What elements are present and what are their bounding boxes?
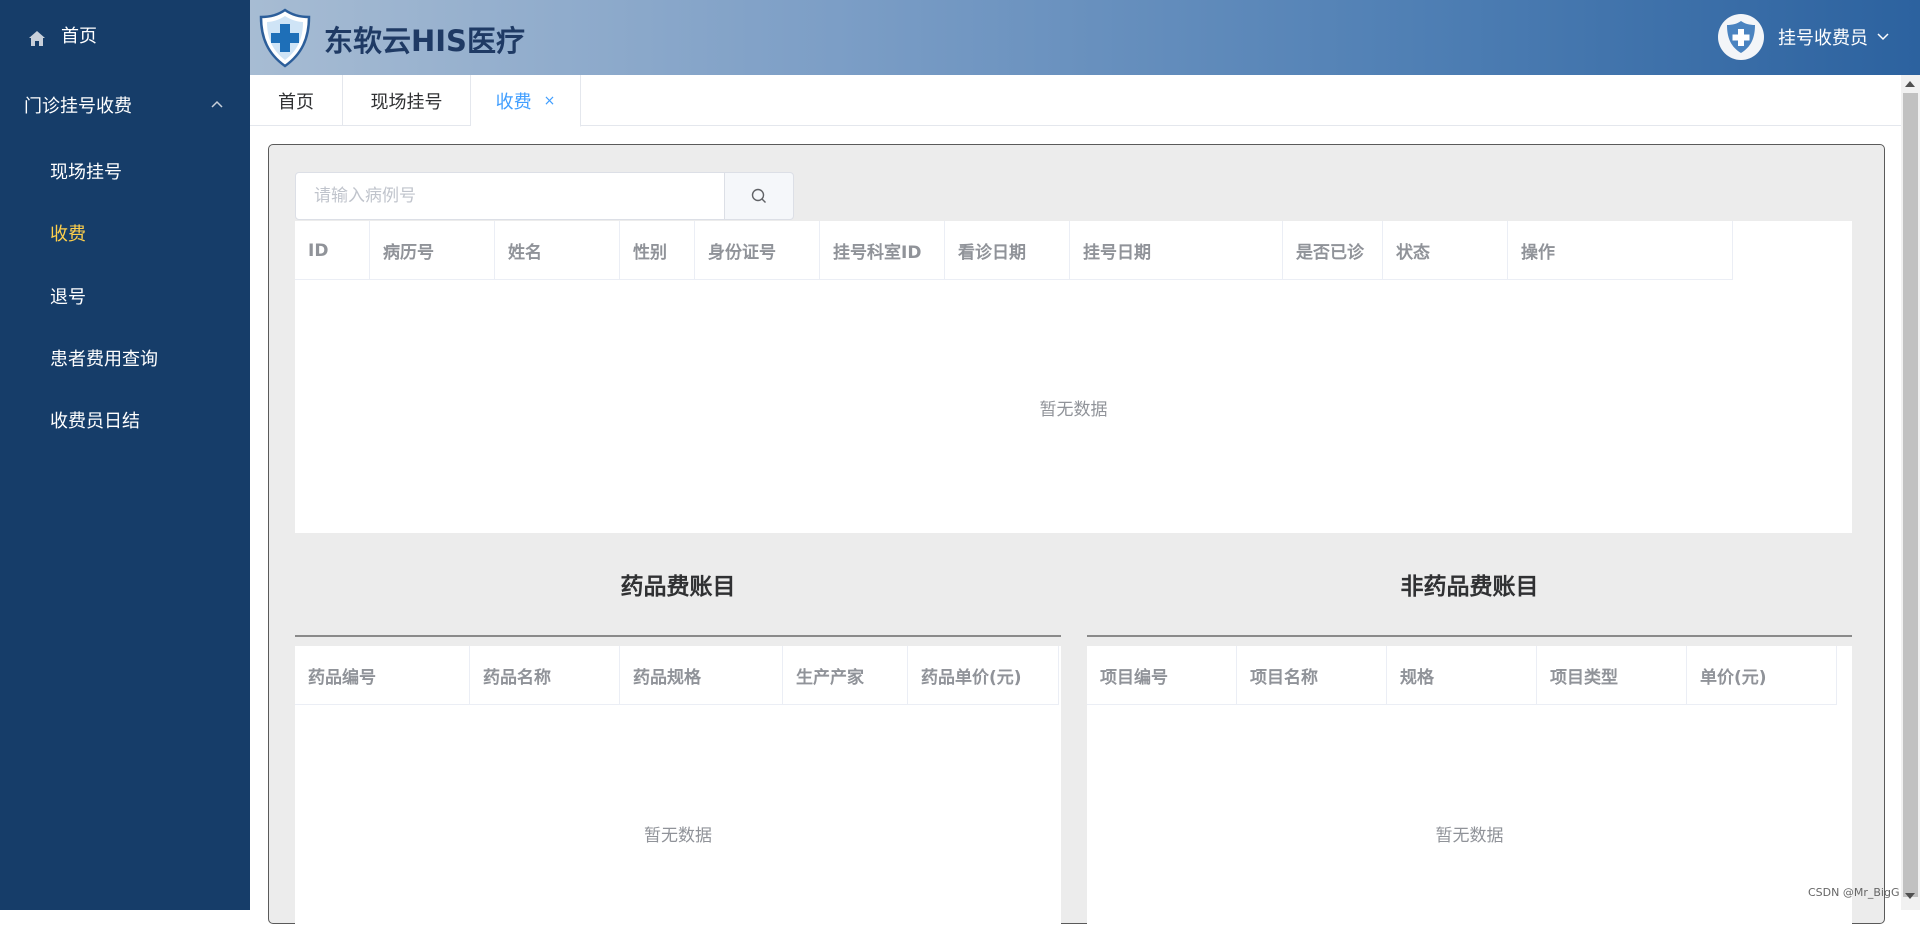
sidebar-item-fee-query[interactable]: 患者费用查询: [0, 328, 250, 388]
sidebar-item-label: 收费: [50, 224, 86, 245]
column-header: 姓名: [495, 221, 620, 280]
column-header: 项目类型: [1537, 646, 1687, 705]
drug-section-title: 药品费账目: [620, 574, 736, 600]
column-header: 药品规格: [620, 646, 783, 705]
sidebar-item-label: 首页: [61, 26, 97, 47]
nondrug-fee-table: 项目编号 项目名称 规格 项目类型 单价(元) 暂无数据: [1087, 646, 1852, 946]
empty-state-text: 暂无数据: [1435, 826, 1504, 846]
close-icon[interactable]: ×: [544, 93, 556, 109]
column-header: 是否已诊: [1283, 221, 1383, 280]
sidebar-item-label: 现场挂号: [50, 162, 122, 183]
column-header: 项目编号: [1087, 646, 1237, 705]
divider: [295, 635, 1061, 637]
column-header: 性别: [620, 221, 695, 280]
tab-onsite-register[interactable]: 现场挂号: [343, 75, 471, 126]
column-header: 生产产家: [783, 646, 908, 705]
case-number-search-input[interactable]: [295, 172, 725, 220]
user-label: 挂号收费员: [1778, 28, 1868, 49]
tab-label: 现场挂号: [370, 91, 443, 113]
column-header: 操作: [1508, 221, 1733, 280]
shield-cross-logo-icon: [259, 8, 311, 68]
column-header: 规格: [1387, 646, 1537, 705]
content-panel: ID 病历号 姓名 性别 身份证号 挂号科室ID 看诊日期 挂号日期 是否已诊 …: [268, 144, 1885, 946]
chevron-up-icon: [211, 100, 223, 108]
search-icon: [751, 188, 766, 203]
scroll-down-arrow-icon[interactable]: [1905, 893, 1915, 899]
sidebar-item-label: 收费员日结: [50, 411, 140, 432]
tab-home[interactable]: 首页: [250, 75, 343, 126]
tab-charge[interactable]: 收费 ×: [471, 75, 581, 127]
avatar: [1718, 14, 1764, 60]
nondrug-section-title: 非药品费账目: [1400, 574, 1539, 600]
sidebar-group-label: 门诊挂号收费: [24, 96, 132, 117]
column-header: 药品名称: [470, 646, 620, 705]
column-header: ID: [295, 221, 370, 280]
column-header: 挂号日期: [1070, 221, 1283, 280]
search-button[interactable]: [724, 172, 794, 220]
header: 东软云HIS医疗 挂号收费员: [250, 0, 1920, 75]
sidebar-item-charge[interactable]: 收费: [0, 203, 250, 263]
column-header: 挂号科室ID: [820, 221, 945, 280]
column-header: 病历号: [370, 221, 495, 280]
table-header: 药品编号 药品名称 药品规格 生产产家 药品单价(元): [295, 646, 1059, 705]
sidebar-item-refund[interactable]: 退号: [0, 266, 250, 326]
sidebar-item-onsite-register[interactable]: 现场挂号: [0, 141, 250, 201]
sidebar-item-home[interactable]: 首页: [0, 5, 250, 65]
app-title: 东软云HIS医疗: [324, 24, 525, 58]
user-shield-icon: [1727, 21, 1755, 53]
column-header: 单价(元): [1687, 646, 1837, 705]
tab-label: 收费: [495, 91, 532, 113]
chevron-down-icon: [1877, 33, 1889, 41]
divider: [1087, 635, 1852, 637]
column-header: 药品编号: [295, 646, 470, 705]
empty-state-text: 暂无数据: [1039, 400, 1108, 420]
sidebar-item-daily-settle[interactable]: 收费员日结: [0, 390, 250, 450]
sidebar-item-label: 患者费用查询: [50, 349, 158, 370]
sidebar-group-outpatient[interactable]: 门诊挂号收费: [0, 75, 250, 135]
column-header: 身份证号: [695, 221, 820, 280]
empty-state-text: 暂无数据: [644, 826, 712, 846]
registration-table: ID 病历号 姓名 性别 身份证号 挂号科室ID 看诊日期 挂号日期 是否已诊 …: [295, 221, 1852, 533]
sidebar: 首页 门诊挂号收费 现场挂号 收费 退号 患者费用查询 收费员日结: [0, 0, 250, 910]
column-header: 看诊日期: [945, 221, 1070, 280]
user-menu[interactable]: 挂号收费员: [1718, 14, 1890, 60]
home-icon: [29, 31, 45, 46]
table-header: 项目编号 项目名称 规格 项目类型 单价(元): [1087, 646, 1837, 705]
table-header: ID 病历号 姓名 性别 身份证号 挂号科室ID 看诊日期 挂号日期 是否已诊 …: [295, 221, 1733, 280]
tab-bar: 首页 现场挂号 收费 ×: [250, 75, 1902, 127]
column-header: 项目名称: [1237, 646, 1387, 705]
sidebar-item-label: 退号: [50, 287, 86, 308]
scrollbar-thumb[interactable]: [1903, 93, 1918, 897]
column-header: 状态: [1383, 221, 1508, 280]
tab-label: 首页: [278, 91, 314, 113]
scrollbar[interactable]: [1901, 75, 1920, 910]
scroll-up-arrow-icon[interactable]: [1905, 81, 1915, 87]
watermark: CSDN @Mr_BigG: [1808, 886, 1900, 899]
column-header: 药品单价(元): [908, 646, 1059, 705]
drug-fee-table: 药品编号 药品名称 药品规格 生产产家 药品单价(元) 暂无数据: [295, 646, 1061, 946]
